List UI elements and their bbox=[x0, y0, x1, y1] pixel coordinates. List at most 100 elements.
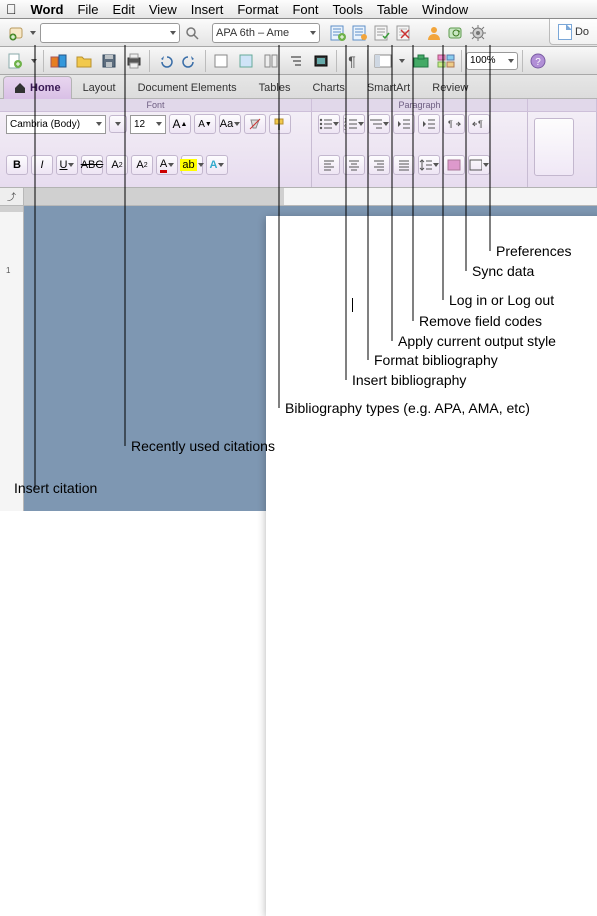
font-size-combo[interactable]: 12 bbox=[130, 115, 166, 134]
shrink-font-button[interactable]: A▼ bbox=[194, 114, 216, 134]
insert-bibliography-button[interactable] bbox=[328, 23, 348, 43]
tab-tables[interactable]: Tables bbox=[248, 76, 302, 99]
format-bibliography-button[interactable] bbox=[350, 23, 370, 43]
chevron-down-icon bbox=[310, 31, 316, 35]
tab-home-label: Home bbox=[30, 82, 61, 94]
redo-button[interactable] bbox=[179, 50, 201, 72]
align-left-button[interactable] bbox=[318, 155, 340, 175]
grow-font-button[interactable]: A▲ bbox=[169, 114, 191, 134]
align-right-button[interactable] bbox=[368, 155, 390, 175]
undo-button[interactable] bbox=[154, 50, 176, 72]
toolbox-button[interactable] bbox=[410, 50, 432, 72]
strikethrough-button[interactable]: ABC bbox=[81, 155, 103, 175]
app-name[interactable]: Word bbox=[31, 2, 64, 17]
menu-format[interactable]: Format bbox=[237, 2, 278, 17]
align-justify-button[interactable] bbox=[393, 155, 415, 175]
save-button[interactable] bbox=[98, 50, 120, 72]
font-name-combo[interactable]: Cambria (Body) bbox=[6, 115, 106, 134]
tab-document-elements[interactable]: Document Elements bbox=[127, 76, 248, 99]
menu-font[interactable]: Font bbox=[292, 2, 318, 17]
highlight-button[interactable]: ab bbox=[181, 155, 203, 175]
view-fullscreen[interactable] bbox=[310, 50, 332, 72]
apple-menu[interactable]:  bbox=[6, 2, 17, 16]
font-name-picker[interactable] bbox=[109, 115, 127, 133]
menu-table[interactable]: Table bbox=[377, 2, 408, 17]
text-effects-button[interactable]: A bbox=[206, 155, 228, 175]
bibliography-style-combo[interactable]: APA 6th – Ame bbox=[212, 23, 320, 43]
login-button[interactable] bbox=[424, 23, 444, 43]
view-print-layout[interactable] bbox=[210, 50, 232, 72]
underline-button[interactable]: U bbox=[56, 155, 78, 175]
document-area: 1 bbox=[0, 206, 597, 511]
open-button[interactable] bbox=[73, 50, 95, 72]
zoom-combo[interactable]: 100% bbox=[466, 52, 518, 70]
gallery-button[interactable] bbox=[435, 50, 457, 72]
remove-field-codes-button[interactable] bbox=[394, 23, 414, 43]
sidebar-dropdown[interactable] bbox=[397, 50, 407, 72]
new-dropdown[interactable] bbox=[29, 50, 39, 72]
multilevel-button[interactable] bbox=[368, 114, 390, 134]
svg-text:¶: ¶ bbox=[448, 119, 453, 129]
styles-gallery[interactable] bbox=[534, 118, 574, 176]
print-button[interactable] bbox=[123, 50, 145, 72]
tab-layout-label: Layout bbox=[83, 82, 116, 94]
sidebar-button[interactable] bbox=[372, 50, 394, 72]
document-page[interactable] bbox=[266, 216, 597, 916]
ruler-corner[interactable]: ⤴ bbox=[0, 188, 24, 206]
line-spacing-button[interactable] bbox=[418, 155, 440, 175]
chevron-down-icon bbox=[156, 122, 162, 126]
align-center-button[interactable] bbox=[343, 155, 365, 175]
clear-formatting-button[interactable] bbox=[244, 114, 266, 134]
italic-button[interactable]: I bbox=[31, 155, 53, 175]
borders-button[interactable] bbox=[468, 155, 490, 175]
view-publishing[interactable] bbox=[260, 50, 282, 72]
view-outline[interactable] bbox=[285, 50, 307, 72]
menu-window[interactable]: Window bbox=[422, 2, 468, 17]
shading-button[interactable] bbox=[443, 155, 465, 175]
bullets-button[interactable] bbox=[318, 114, 340, 134]
numbering-button[interactable]: 123 bbox=[343, 114, 365, 134]
subscript-button[interactable]: A2 bbox=[131, 155, 153, 175]
document-tab-label: Do bbox=[575, 26, 589, 38]
insert-citation-button[interactable] bbox=[6, 23, 26, 43]
decrease-indent-button[interactable] bbox=[393, 114, 415, 134]
ltr-button[interactable]: ¶ bbox=[443, 114, 465, 134]
recent-search-button[interactable] bbox=[182, 23, 202, 43]
horizontal-ruler[interactable] bbox=[24, 188, 597, 206]
help-button[interactable]: ? bbox=[527, 50, 549, 72]
menu-insert[interactable]: Insert bbox=[191, 2, 224, 17]
templates-button[interactable] bbox=[48, 50, 70, 72]
increase-indent-button[interactable] bbox=[418, 114, 440, 134]
tab-smartart[interactable]: SmartArt bbox=[356, 76, 421, 99]
rtl-button[interactable]: ¶ bbox=[468, 114, 490, 134]
menu-edit[interactable]: Edit bbox=[112, 2, 134, 17]
chevron-down-icon bbox=[170, 31, 176, 35]
recent-citations-combo[interactable] bbox=[40, 23, 180, 43]
change-case-button[interactable]: Aa bbox=[219, 114, 241, 134]
sync-button[interactable] bbox=[446, 23, 466, 43]
zoom-value: 100% bbox=[470, 55, 496, 66]
citation-dropdown-toggle[interactable] bbox=[28, 23, 38, 43]
chevron-down-icon bbox=[96, 122, 102, 126]
bold-button[interactable]: B bbox=[6, 155, 28, 175]
menu-file[interactable]: File bbox=[77, 2, 98, 17]
font-color-button[interactable]: A bbox=[156, 155, 178, 175]
preferences-button[interactable] bbox=[468, 23, 488, 43]
bibliography-style-value: APA 6th – Ame bbox=[216, 27, 289, 39]
tab-charts[interactable]: Charts bbox=[301, 76, 355, 99]
menu-tools[interactable]: Tools bbox=[333, 2, 363, 17]
standard-toolbar: ¶ 100% ? bbox=[0, 47, 597, 75]
tab-layout[interactable]: Layout bbox=[72, 76, 127, 99]
vertical-ruler[interactable]: 1 bbox=[0, 206, 24, 511]
tab-review[interactable]: Review bbox=[421, 76, 479, 99]
new-button[interactable] bbox=[4, 50, 26, 72]
format-painter-button[interactable] bbox=[269, 114, 291, 134]
menu-view[interactable]: View bbox=[149, 2, 177, 17]
show-formatting-button[interactable]: ¶ bbox=[341, 50, 363, 72]
tab-charts-label: Charts bbox=[312, 82, 344, 94]
superscript-button[interactable]: A2 bbox=[106, 155, 128, 175]
tab-home[interactable]: Home bbox=[3, 76, 72, 99]
document-tab[interactable]: Do bbox=[549, 19, 597, 45]
apply-style-button[interactable] bbox=[372, 23, 392, 43]
view-notebook[interactable] bbox=[235, 50, 257, 72]
